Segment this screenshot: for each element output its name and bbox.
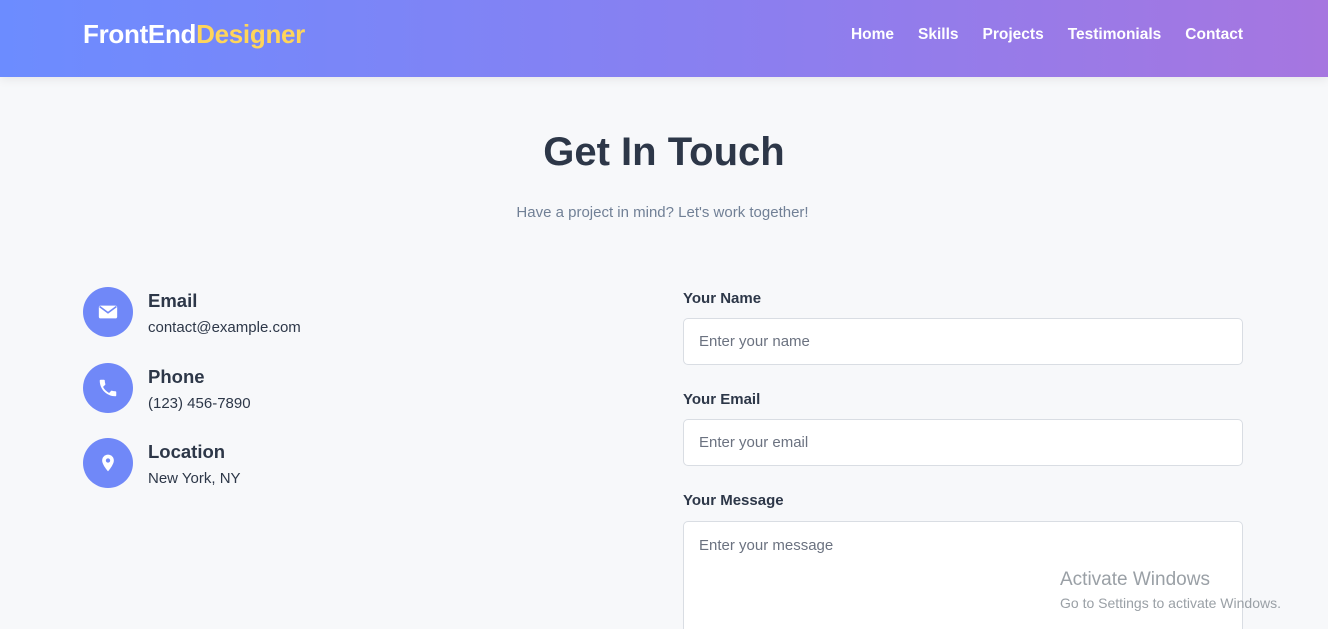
message-label: Your Message bbox=[683, 492, 784, 509]
contact-info-list: Email contact@example.com Phone (123) 45… bbox=[83, 287, 301, 514]
nav-menu: Home Skills Projects Testimonials Contac… bbox=[851, 26, 1243, 44]
nav-link-home[interactable]: Home bbox=[851, 26, 894, 44]
watermark-subtitle: Go to Settings to activate Windows. bbox=[1060, 595, 1281, 611]
contact-info-location: Location New York, NY bbox=[83, 438, 301, 514]
windows-activation-watermark: Activate Windows Go to Settings to activ… bbox=[1060, 569, 1281, 613]
contact-info-phone-title: Phone bbox=[148, 365, 205, 387]
location-pin-icon bbox=[83, 438, 133, 488]
contact-info-email-title: Email bbox=[148, 290, 198, 311]
contact-info-location-title: Location bbox=[148, 441, 226, 462]
email-field-group: Your Email bbox=[683, 390, 1243, 491]
name-field-group: Your Name bbox=[683, 289, 1243, 390]
envelope-icon bbox=[83, 287, 133, 337]
section-title: Get In Touch bbox=[543, 130, 785, 174]
navbar: FrontEndDesigner Home Skills Projects Te… bbox=[0, 0, 1328, 77]
contact-info-phone-value: (123) 456-7890 bbox=[148, 394, 251, 412]
nav-link-contact[interactable]: Contact bbox=[1185, 26, 1243, 44]
email-label: Your Email bbox=[683, 391, 761, 408]
phone-icon bbox=[83, 362, 133, 413]
logo-text-accent: Designer bbox=[196, 19, 306, 49]
name-label: Your Name bbox=[683, 290, 762, 307]
section-subtitle: Have a project in mind? Let's work toget… bbox=[516, 204, 809, 221]
site-logo[interactable]: FrontEndDesigner bbox=[83, 19, 305, 50]
logo-text-primary: FrontEnd bbox=[83, 19, 197, 49]
contact-info-email-value: contact@example.com bbox=[148, 319, 301, 336]
email-input[interactable] bbox=[683, 419, 1243, 466]
nav-link-skills[interactable]: Skills bbox=[918, 26, 959, 44]
nav-link-testimonials[interactable]: Testimonials bbox=[1068, 26, 1162, 44]
contact-info-email: Email contact@example.com bbox=[83, 287, 301, 363]
nav-link-projects[interactable]: Projects bbox=[983, 26, 1044, 44]
contact-info-phone: Phone (123) 456-7890 bbox=[83, 362, 301, 439]
contact-info-location-value: New York, NY bbox=[148, 470, 241, 487]
watermark-title: Activate Windows bbox=[1060, 569, 1210, 590]
name-input[interactable] bbox=[683, 318, 1243, 365]
